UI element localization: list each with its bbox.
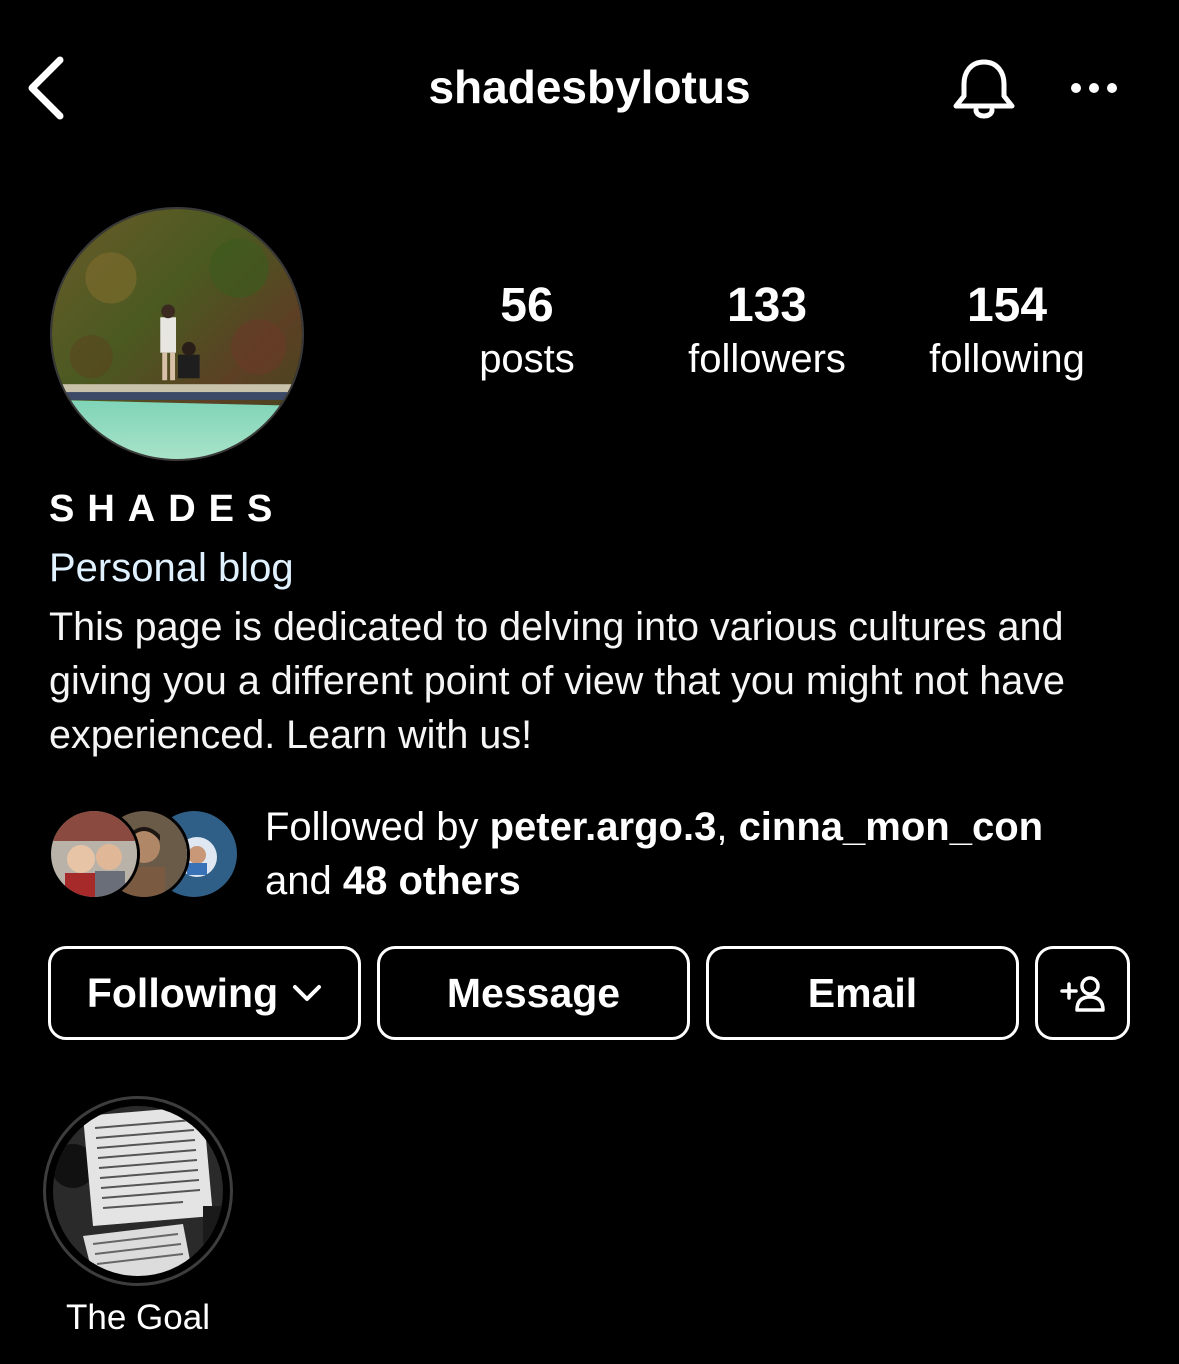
posts-label: posts — [479, 337, 575, 381]
bell-icon[interactable] — [948, 54, 1020, 126]
mutual-avatar — [48, 808, 140, 900]
followers-label: followers — [688, 337, 846, 381]
add-user-icon — [1059, 976, 1105, 1012]
following-label: following — [929, 337, 1085, 381]
suggest-users-button[interactable] — [1035, 946, 1130, 1040]
display-name: SHADES — [49, 488, 286, 530]
profile-avatar[interactable] — [50, 207, 304, 461]
more-options-icon[interactable] — [1064, 70, 1128, 106]
posts-count[interactable]: 56 posts — [407, 280, 647, 384]
followed-by-prefix: Followed by — [265, 805, 490, 849]
followers-number: 133 — [726, 279, 808, 332]
following-button[interactable]: Following — [48, 946, 361, 1040]
mutual-user-link[interactable]: cinna_mon_con — [739, 805, 1044, 849]
mutual-user-link[interactable]: peter.argo.3 — [490, 805, 717, 849]
email-button[interactable]: Email — [706, 946, 1019, 1040]
and-text: and — [265, 859, 343, 903]
followed-by-text[interactable]: Followed by peter.argo.3, cinna_mon_cona… — [265, 800, 1145, 908]
email-button-label: Email — [807, 969, 918, 1016]
profile-bio: This page is dedicated to delving into v… — [49, 605, 1065, 757]
profile-category: Personal blog — [49, 546, 294, 590]
story-highlight[interactable] — [43, 1096, 233, 1286]
highlight-label: The Goal — [66, 1298, 210, 1337]
message-button-label: Message — [446, 969, 621, 1016]
mutual-followers-avatars[interactable] — [48, 808, 244, 900]
message-button[interactable]: Message — [377, 946, 690, 1040]
posts-number: 56 — [500, 279, 554, 332]
chevron-down-icon — [293, 985, 322, 1001]
separator: , — [716, 805, 739, 849]
highlight-cover — [53, 1106, 223, 1276]
following-button-label: Following — [86, 969, 279, 1016]
followers-count[interactable]: 133 followers — [647, 280, 887, 384]
following-number: 154 — [966, 279, 1048, 332]
others-count-link[interactable]: 48 others — [343, 859, 521, 903]
following-count[interactable]: 154 following — [887, 280, 1127, 384]
